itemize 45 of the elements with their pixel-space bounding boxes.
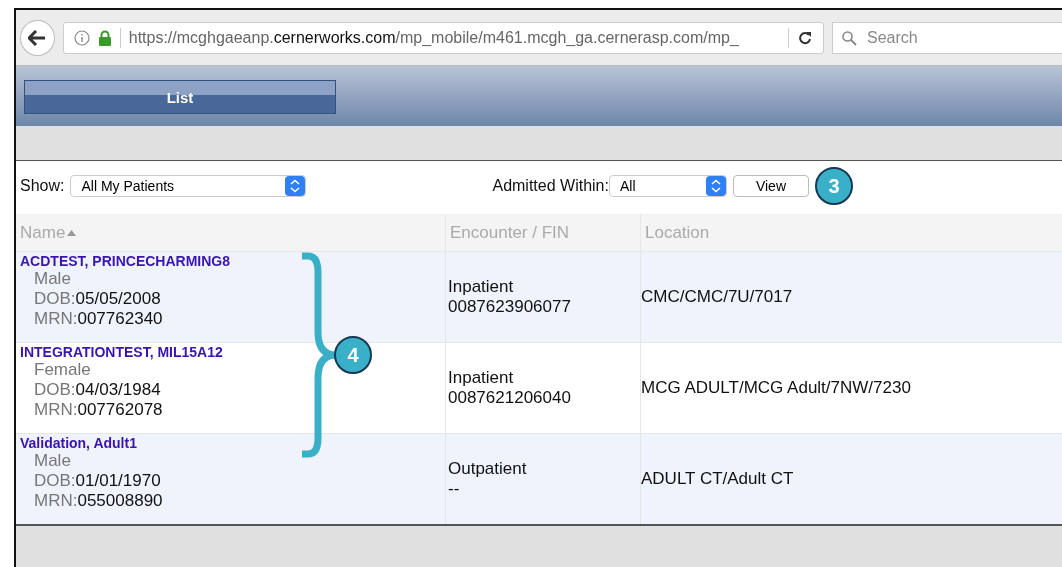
- reload-icon[interactable]: [797, 29, 813, 46]
- show-label: Show:: [20, 177, 65, 195]
- sex-text: Male: [33, 451, 72, 471]
- dropdown-arrows-icon: [285, 176, 306, 196]
- dob-label: DOB:: [34, 289, 76, 308]
- encounter-type: Inpatient: [448, 277, 515, 297]
- fin-number: 0087621206040: [448, 388, 572, 408]
- location-text: ADULT CT/Adult CT: [641, 469, 795, 489]
- mrn-value: 055008890: [77, 491, 163, 510]
- dob-label: DOB:: [34, 471, 76, 490]
- fin-number: 0087623906077: [448, 297, 572, 317]
- info-icon: [73, 29, 90, 46]
- admitted-within-label: Admitted Within:: [492, 177, 609, 195]
- lock-icon: [97, 29, 112, 46]
- patient-name-link[interactable]: Validation, Adult1: [20, 435, 137, 451]
- search-field[interactable]: Search: [832, 21, 1062, 54]
- url-text: https://mcghgaeanp.cernerworks.com/mp_mobile/m461.mcgh_ga.cernerasp.com/mp_: [128, 28, 740, 47]
- sex-text: Male: [33, 269, 72, 289]
- dob-value: 05/05/2008: [75, 289, 161, 308]
- dob-value: 01/01/1970: [75, 471, 161, 490]
- show-dropdown[interactable]: All My Patients: [70, 175, 307, 197]
- view-button[interactable]: View: [732, 175, 809, 197]
- search-icon: [841, 29, 857, 46]
- encounter-type: Inpatient: [448, 368, 515, 388]
- mrn-label: MRN:: [34, 491, 78, 510]
- mrn-label: MRN:: [34, 400, 78, 419]
- location-text: MCG ADULT/MCG Adult/7NW/7230: [641, 378, 912, 398]
- address-bar[interactable]: https://mcghgaeanp.cernerworks.com/mp_mobile/m461.mcgh_ga.cernerasp.com/mp_: [62, 21, 824, 54]
- patient-name-link[interactable]: INTEGRATIONTEST, MIL15A12: [20, 344, 223, 360]
- dob-value: 04/03/1984: [75, 380, 161, 399]
- admitted-within-dropdown[interactable]: All: [608, 175, 727, 197]
- callout-badge: 3: [814, 167, 853, 205]
- sex-text: Female: [33, 360, 92, 380]
- encounter-type: Outpatient: [448, 459, 528, 479]
- mrn-label: MRN:: [34, 309, 78, 328]
- mrn-value: 007762078: [77, 400, 163, 419]
- list-tab[interactable]: List: [24, 80, 336, 114]
- fin-number: --: [448, 479, 461, 499]
- back-arrow-icon: [28, 29, 47, 46]
- patient-name-link[interactable]: ACDTEST, PRINCECHARMING8: [20, 253, 230, 269]
- dropdown-arrows-icon: [705, 176, 726, 196]
- dob-label: DOB:: [34, 380, 76, 399]
- mrn-value: 007762340: [77, 309, 163, 328]
- back-button[interactable]: [20, 19, 55, 56]
- location-text: CMC/CMC/7U/7017: [641, 287, 794, 307]
